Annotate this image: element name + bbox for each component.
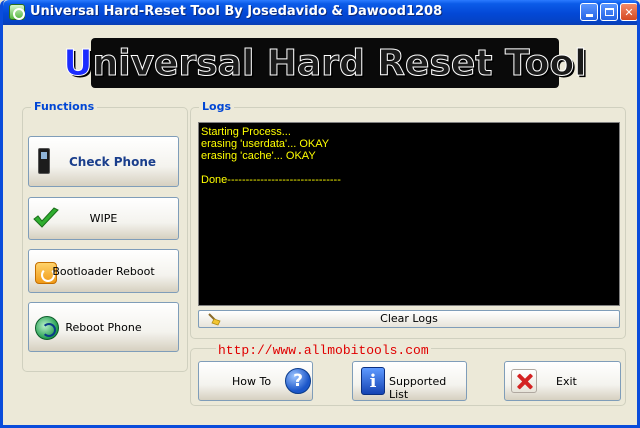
website-link[interactable]: http://www.allmobitools.com — [216, 343, 431, 358]
check-phone-button[interactable]: Check Phone — [28, 136, 179, 187]
broom-icon — [208, 313, 221, 326]
title-bar[interactable]: Universal Hard-Reset Tool By Josedavido … — [3, 0, 637, 25]
maximize-icon — [604, 8, 614, 16]
maximize-button[interactable] — [600, 3, 618, 21]
minimize-icon — [585, 14, 593, 17]
banner-text: niversal Hard Reset Tool — [92, 42, 587, 84]
how-to-button[interactable]: How To ? — [198, 361, 313, 401]
log-output[interactable]: Starting Process... erasing 'userdata'..… — [198, 122, 620, 306]
wipe-button[interactable]: WIPE — [28, 197, 179, 240]
exit-button[interactable]: Exit — [504, 361, 621, 401]
window-title: Universal Hard-Reset Tool By Josedavido … — [30, 4, 443, 19]
clear-logs-button[interactable]: Clear Logs — [198, 310, 620, 328]
close-button[interactable]: ✕ — [620, 3, 637, 21]
help-icon: ? — [285, 368, 311, 394]
reboot-phone-button[interactable]: Reboot Phone — [28, 302, 179, 352]
how-to-label: How To — [232, 375, 272, 388]
logs-legend: Logs — [199, 100, 234, 113]
supported-list-label: Supported List — [389, 375, 447, 401]
app-icon — [9, 4, 25, 20]
check-phone-label: Check Phone — [68, 154, 157, 169]
app-banner: Universal Hard Reset Tool — [63, 38, 587, 88]
log-line: erasing 'userdata'... OKAY — [201, 138, 330, 150]
bootloader-reboot-button[interactable]: Bootloader Reboot — [28, 249, 179, 293]
clear-logs-label: Clear Logs — [380, 312, 438, 325]
exit-label: Exit — [556, 375, 577, 388]
exit-icon — [511, 369, 537, 393]
log-line: Done------------------------------- — [201, 174, 341, 186]
app-window: Universal Hard-Reset Tool By Josedavido … — [0, 0, 640, 428]
info-icon: i — [361, 367, 385, 395]
minimize-button[interactable] — [580, 3, 598, 21]
close-icon: ✕ — [624, 5, 634, 19]
bootloader-reboot-label: Bootloader Reboot — [52, 264, 155, 278]
wipe-label: WIPE — [89, 212, 118, 225]
banner-first-letter: U — [63, 42, 93, 84]
supported-list-button[interactable]: i Supported List — [352, 361, 467, 401]
log-line: erasing 'cache'... OKAY — [201, 150, 316, 162]
log-line: Starting Process... — [201, 126, 291, 138]
functions-legend: Functions — [31, 100, 98, 113]
reboot-phone-label: Reboot Phone — [65, 320, 142, 334]
